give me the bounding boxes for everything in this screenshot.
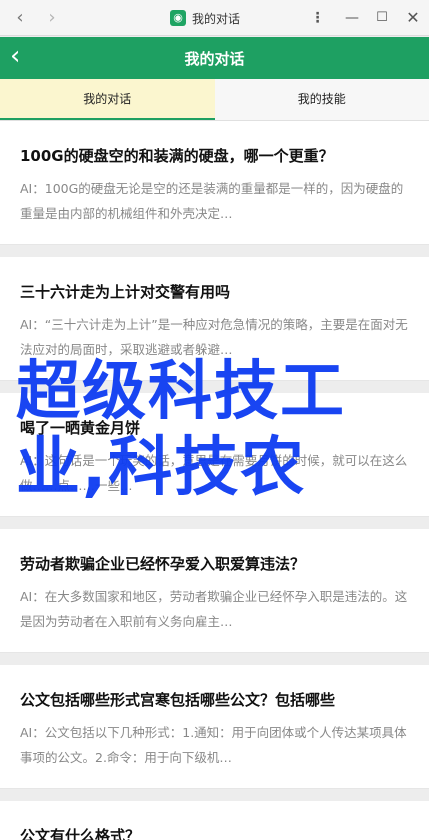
list-item-snippet: AI：“三十六计走为上计”是一种应对危急情况的策略，主要是在面对无法应对的局面时…: [20, 317, 408, 357]
minimize-icon[interactable]: —: [340, 6, 364, 30]
window-title: ◉ 我的对话: [170, 8, 240, 28]
list-item-snippet: AI：100G的硬盘无论是空的还是装满的重量都是一样的，因为硬盘的重量是由内部的…: [20, 181, 404, 221]
list-item-title: 公文有什么格式？: [20, 827, 141, 840]
list-item[interactable]: 公文有什么格式？: [0, 801, 429, 840]
browser-forward-icon[interactable]: ›: [40, 6, 64, 30]
list-item[interactable]: 三十六计走为上计对交警有用吗 AI：“三十六计走为上计”是一种应对危急情况的策略…: [0, 257, 429, 381]
page-title: 我的对话: [184, 50, 245, 68]
list-item-snippet: AI：公文包括以下几种形式：1.通知：用于向团体或个人传达某项具体事项的公文。2…: [20, 725, 407, 765]
list-item[interactable]: 100G的硬盘空的和装满的硬盘，哪一个更重？ AI：100G的硬盘无论是空的还是…: [0, 121, 429, 245]
maximize-icon[interactable]: ☐: [370, 6, 394, 30]
more-options-icon[interactable]: ⋮: [306, 6, 330, 30]
list-item-title: 100G的硬盘空的和装满的硬盘，哪一个更重？: [20, 147, 334, 165]
list-item-title: 三十六计走为上计对交警有用吗: [20, 283, 231, 301]
list-item-title: 喝了一晒黄金月饼: [20, 419, 141, 437]
close-icon[interactable]: ✕: [401, 6, 425, 30]
list-item[interactable]: 公文包括哪些形式宫寒包括哪些公文？包括哪些 AI：公文包括以下几种形式：1.通知…: [0, 665, 429, 789]
list-item[interactable]: 喝了一晒黄金月饼 AI：这句话是一个玩笑的话，意思是在需要月饼的时候，就可以在这…: [0, 393, 429, 517]
app-header: ‹ 我的对话: [0, 37, 429, 79]
app-icon: ◉: [170, 10, 186, 26]
tab-my-skills[interactable]: 我的技能: [215, 79, 429, 120]
browser-back-icon[interactable]: ‹: [8, 6, 32, 30]
list-item-snippet: AI：这句话是一个玩笑的话，意思是在需要月饼的时候，就可以在这么做……点……一些…: [20, 453, 408, 493]
list-item[interactable]: 劳动者欺骗企业已经怀孕爱入职爱算违法？ AI：在大多数国家和地区，劳动者欺骗企业…: [0, 529, 429, 653]
list-item-title: 劳动者欺骗企业已经怀孕爱入职爱算违法？: [20, 555, 306, 573]
tab-bar: 我的对话 我的技能: [0, 79, 429, 121]
window-titlebar: ‹ › ◉ 我的对话 ⋮ — ☐ ✕: [0, 0, 429, 36]
list-item-snippet: AI：在大多数国家和地区，劳动者欺骗企业已经怀孕入职是违法的。这是因为劳动者在入…: [20, 589, 408, 629]
window-title-text: 我的对话: [192, 11, 241, 26]
list-item-title: 公文包括哪些形式宫寒包括哪些公文？包括哪些: [20, 691, 336, 709]
tab-my-conversations[interactable]: 我的对话: [0, 79, 215, 120]
